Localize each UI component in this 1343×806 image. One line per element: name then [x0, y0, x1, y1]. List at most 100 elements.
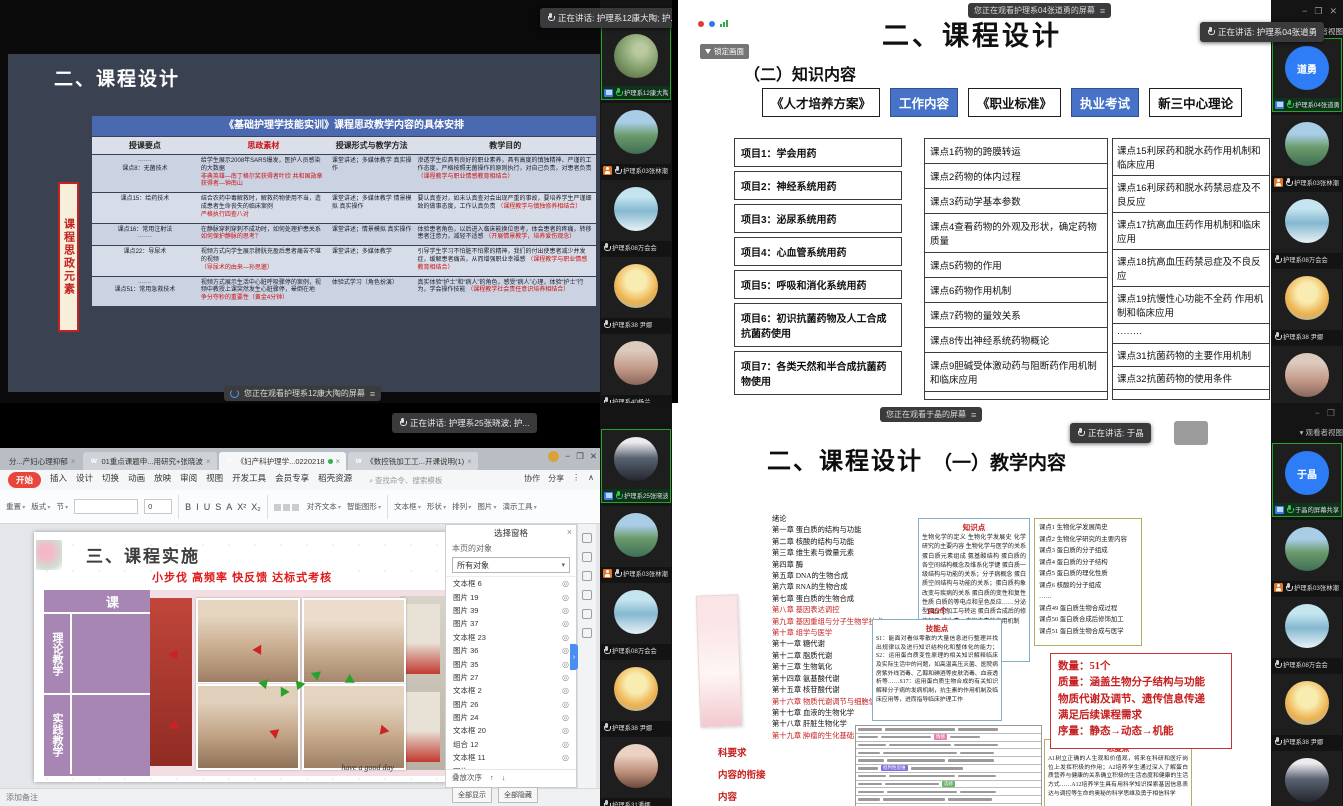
- participant-tile[interactable]: 护理系25张晓波: [1272, 751, 1342, 806]
- eye-visibility-icon[interactable]: [562, 646, 569, 655]
- eye-visibility-icon[interactable]: [562, 660, 569, 669]
- participant-tile[interactable]: 护理系03张林潮: [1272, 520, 1342, 594]
- edited-slide-course-implementation[interactable]: 三、课程实施 小步伐 高频率 快反馈 达标式考核 课 理论教学 任务（学习手册备…: [34, 532, 454, 782]
- menu-icon[interactable]: [1100, 6, 1105, 16]
- ribbon-dropdown[interactable]: 排列: [452, 501, 471, 512]
- participant-tile[interactable]: 护理系12康大陶的屏幕共享: [601, 26, 671, 100]
- close-icon[interactable]: ×: [567, 527, 572, 537]
- document-tab[interactable]: W 01重点课题申...用研究+张晓波: [83, 452, 216, 470]
- font-size-box[interactable]: 0: [144, 499, 172, 514]
- object-list-item[interactable]: 图片 36: [446, 644, 576, 657]
- ribbon-dropdown[interactable]: 形状: [427, 501, 446, 512]
- participant-tile[interactable]: 护理系38 尹娜: [1272, 269, 1342, 343]
- participant-tile[interactable]: 护理系40杨兰: [1272, 346, 1342, 403]
- object-list-item[interactable]: 图片 19: [446, 590, 576, 603]
- participant-tile[interactable]: 护理系03张林潮: [601, 103, 671, 177]
- tab-close-icon[interactable]: [467, 457, 472, 466]
- menu-item[interactable]: 审阅: [180, 472, 197, 488]
- format-button[interactable]: X₂: [251, 502, 261, 512]
- window-controls[interactable]: − ❒ ✕: [1302, 6, 1337, 17]
- close-icon[interactable]: ✕: [590, 451, 597, 462]
- format-button[interactable]: U: [204, 502, 211, 512]
- object-list-item[interactable]: 组合 12: [446, 738, 576, 751]
- object-list-item[interactable]: 文本框 23: [446, 631, 576, 644]
- participant-tile[interactable]: 护理系40杨兰: [601, 334, 671, 403]
- participant-tile[interactable]: 于晶 于晶的屏幕共享: [1272, 443, 1342, 517]
- ribbon-dropdown[interactable]: 演示工具: [503, 501, 537, 512]
- restore-icon[interactable]: ❒: [576, 451, 584, 462]
- move-up-icon[interactable]: ↑: [490, 773, 494, 782]
- participant-tile[interactable]: 护理系38 尹娜: [1272, 674, 1342, 748]
- participant-tile[interactable]: 护理系08万会会: [1272, 597, 1342, 671]
- participant-tile[interactable]: 护理系31潘娜: [601, 737, 671, 806]
- collapse-ribbon-icon[interactable]: ∧: [588, 473, 594, 484]
- panel-collapse-handle[interactable]: ›: [570, 644, 578, 670]
- tab-close-icon[interactable]: [336, 457, 341, 466]
- eye-visibility-icon[interactable]: [562, 713, 569, 722]
- ribbon-dropdown[interactable]: 对齐文本: [307, 501, 341, 512]
- object-list-item[interactable]: 文本框 11: [446, 751, 576, 764]
- align-icons[interactable]: [274, 498, 301, 516]
- eye-visibility-icon[interactable]: [562, 606, 569, 615]
- participant-tile[interactable]: 护理系25张晓波的屏幕共享: [601, 429, 671, 503]
- participant-tile[interactable]: 护理系38 尹娜: [601, 660, 671, 734]
- eye-visibility-icon[interactable]: [562, 740, 569, 749]
- document-tab[interactable]: W 《数控铣加工工...开课说明(1): [348, 452, 478, 470]
- collab-button[interactable]: 协作: [524, 473, 540, 484]
- watching-banner[interactable]: 您正在观看于晶的屏幕: [880, 407, 982, 422]
- format-button[interactable]: B: [185, 502, 191, 512]
- format-button[interactable]: I: [196, 502, 199, 512]
- menu-item[interactable]: 视图: [206, 472, 223, 488]
- tab-close-icon[interactable]: [71, 457, 76, 466]
- ribbon-dropdown[interactable]: 重置: [6, 501, 25, 512]
- tab-close-icon[interactable]: [206, 457, 211, 466]
- format-button[interactable]: X²: [237, 502, 246, 512]
- font-name-box[interactable]: [74, 499, 138, 514]
- eye-visibility-icon[interactable]: [562, 579, 569, 588]
- eye-visibility-icon[interactable]: [562, 753, 569, 762]
- object-filter-dropdown[interactable]: 所有对象: [452, 557, 570, 573]
- menu-icon[interactable]: [370, 389, 375, 399]
- eye-visibility-icon[interactable]: [562, 726, 569, 735]
- ribbon-dropdown[interactable]: 版式: [31, 501, 50, 512]
- window-controls[interactable]: − ❒: [1315, 408, 1335, 419]
- hide-all-button[interactable]: 全部隐藏: [498, 787, 538, 803]
- object-list-item[interactable]: 图片 37: [446, 617, 576, 630]
- object-list-item[interactable]: 图片 26: [446, 698, 576, 711]
- minimize-icon[interactable]: −: [565, 451, 570, 462]
- restore-icon[interactable]: ❒: [1327, 408, 1335, 419]
- participant-tile[interactable]: 护理系03张林潮: [1272, 115, 1342, 189]
- object-list-item[interactable]: 图片 27: [446, 671, 576, 684]
- share-button[interactable]: 分享: [548, 473, 564, 484]
- eye-visibility-icon[interactable]: [562, 593, 569, 602]
- participant-tile[interactable]: 护理系08万会会: [1272, 192, 1342, 266]
- format-button[interactable]: A: [226, 502, 232, 512]
- participant-tile[interactable]: 护理系03张林潮: [601, 506, 671, 580]
- viewer-view-dropdown[interactable]: 观看者视图 ▾: [1295, 427, 1343, 438]
- document-tab[interactable]: 分...产妇心理抑郁: [3, 452, 81, 470]
- participant-tile[interactable]: 道勇 护理系04张道勇的屏幕共享: [1272, 38, 1342, 112]
- close-icon[interactable]: ✕: [1329, 6, 1337, 17]
- object-list-item[interactable]: 图片 35: [446, 657, 576, 670]
- side-tool-strip[interactable]: [577, 524, 596, 788]
- menu-item[interactable]: 放映: [154, 472, 171, 488]
- watching-banner[interactable]: 您正在观看护理系12康大陶的屏幕: [224, 386, 381, 401]
- participant-tile[interactable]: 护理系38 尹娜: [601, 257, 671, 331]
- object-list-item[interactable]: 图片 24: [446, 711, 576, 724]
- ribbon-dropdown[interactable]: 节: [56, 501, 68, 512]
- participant-tile[interactable]: 护理系08万会会: [601, 180, 671, 254]
- menu-item[interactable]: 开发工具: [232, 472, 266, 488]
- search-commands[interactable]: 查找命令、搜索模板: [369, 475, 442, 486]
- menu-item[interactable]: 切换: [102, 472, 119, 488]
- menu-icon[interactable]: [971, 410, 976, 420]
- restore-icon[interactable]: ❒: [1314, 6, 1322, 17]
- account-avatar[interactable]: [548, 451, 559, 462]
- object-list-item[interactable]: 文本框 20: [446, 724, 576, 737]
- eye-visibility-icon[interactable]: [562, 673, 569, 682]
- menu-item[interactable]: 动画: [128, 472, 145, 488]
- ribbon-dropdown[interactable]: 智能图形: [347, 501, 381, 512]
- document-tab[interactable]: P 《妇产科护理学...0220218: [219, 452, 347, 470]
- minimize-icon[interactable]: −: [1315, 408, 1320, 419]
- object-list-item[interactable]: 文本框 6: [446, 577, 576, 590]
- pin-view-button[interactable]: 锁定画面: [700, 44, 749, 59]
